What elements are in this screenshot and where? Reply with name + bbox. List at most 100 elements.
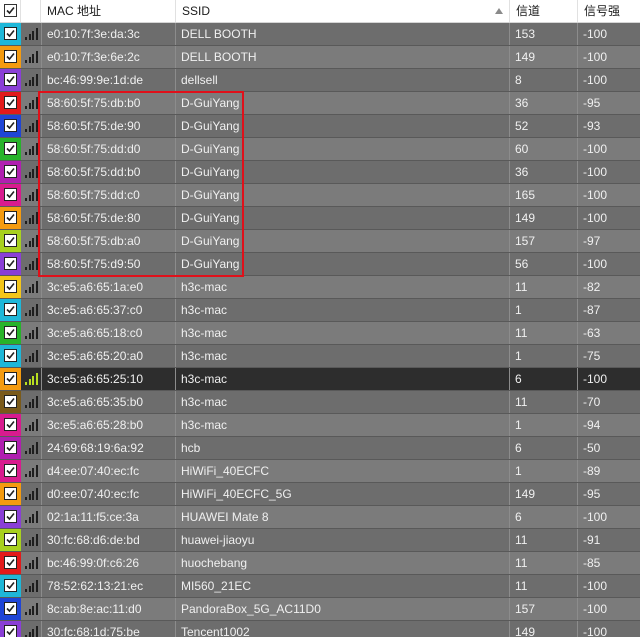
check-icon: [6, 259, 15, 268]
row-checkbox[interactable]: [4, 257, 17, 270]
signal-bar: [25, 129, 27, 132]
row-checkbox[interactable]: [4, 556, 17, 569]
row-checkbox[interactable]: [4, 487, 17, 500]
table-row[interactable]: 8c:ab:8e:ac:11:d0 PandoraBox_5G_AC11D0 157…: [0, 598, 640, 621]
check-icon: [6, 236, 15, 245]
signal-strength-icon: [22, 184, 40, 206]
row-checkbox[interactable]: [4, 211, 17, 224]
check-icon: [6, 52, 15, 61]
mac-cell: 58:60:5f:75:dd:d0: [41, 138, 176, 160]
ssid-cell: D-GuiYang: [176, 230, 510, 252]
table-row[interactable]: 58:60:5f:75:de:90 D-GuiYang 52 -93: [0, 115, 640, 138]
table-row[interactable]: 02:1a:11:f5:ce:3a HUAWEI Mate 8 6 -100: [0, 506, 640, 529]
table-row[interactable]: 58:60:5f:75:d9:50 D-GuiYang 56 -100: [0, 253, 640, 276]
row-checkbox[interactable]: [4, 280, 17, 293]
row-checkbox[interactable]: [4, 27, 17, 40]
column-header-signal[interactable]: 信号强: [578, 0, 640, 22]
column-header-ssid[interactable]: SSID: [176, 0, 510, 22]
channel-cell: 1: [510, 299, 578, 321]
signal-strength-icon: [22, 69, 40, 91]
table-row[interactable]: d0:ee:07:40:ec:fc HiWiFi_40ECFC_5G 149 -95: [0, 483, 640, 506]
ssid-cell: h3c-mac: [176, 276, 510, 298]
table-row[interactable]: 24:69:68:19:6a:92 hcb 6 -50: [0, 437, 640, 460]
row-color-swatch: [0, 276, 21, 298]
table-row[interactable]: 3c:e5:a6:65:18:c0 h3c-mac 11 -63: [0, 322, 640, 345]
row-checkbox[interactable]: [4, 579, 17, 592]
row-checkbox[interactable]: [4, 602, 17, 615]
row-checkbox[interactable]: [4, 119, 17, 132]
row-checkbox[interactable]: [4, 96, 17, 109]
row-checkbox[interactable]: [4, 533, 17, 546]
signal-strength-icon: [22, 253, 40, 275]
table-row[interactable]: 78:52:62:13:21:ec MI560_21EC 11 -100: [0, 575, 640, 598]
table-row[interactable]: 30:fc:68:d6:de:bd huawei-jiaoyu 11 -91: [0, 529, 640, 552]
table-row[interactable]: 58:60:5f:75:dd:c0 D-GuiYang 165 -100: [0, 184, 640, 207]
mac-cell: d0:ee:07:40:ec:fc: [41, 483, 176, 505]
table-row[interactable]: 58:60:5f:75:db:b0 D-GuiYang 36 -95: [0, 92, 640, 115]
table-row[interactable]: 3c:e5:a6:65:1a:e0 h3c-mac 11 -82: [0, 276, 640, 299]
select-all-checkbox[interactable]: [4, 4, 17, 17]
row-checkbox[interactable]: [4, 395, 17, 408]
table-row[interactable]: e0:10:7f:3e:da:3c DELL BOOTH 153 -100: [0, 23, 640, 46]
table-row[interactable]: 58:60:5f:75:de:80 D-GuiYang 149 -100: [0, 207, 640, 230]
signal-cell: -91: [583, 533, 601, 547]
row-checkbox[interactable]: [4, 326, 17, 339]
signal-bar: [28, 586, 31, 592]
signal-bar: [28, 80, 31, 86]
row-checkbox[interactable]: [4, 50, 17, 63]
row-checkbox[interactable]: [4, 142, 17, 155]
table-row[interactable]: bc:46:99:9e:1d:de dellsell 8 -100: [0, 69, 640, 92]
column-header-mac[interactable]: MAC 地址: [41, 0, 176, 22]
channel-cell: 1: [510, 460, 578, 482]
table-row[interactable]: 58:60:5f:75:dd:b0 D-GuiYang 36 -100: [0, 161, 640, 184]
row-checkbox[interactable]: [4, 372, 17, 385]
channel-cell: 6: [510, 506, 578, 528]
table-row[interactable]: 3c:e5:a6:65:35:b0 h3c-mac 11 -70: [0, 391, 640, 414]
signal-strength-icon: [22, 437, 40, 459]
row-checkbox[interactable]: [4, 188, 17, 201]
signal-strength-icon: [22, 345, 40, 367]
row-checkbox[interactable]: [4, 464, 17, 477]
table-row[interactable]: d4:ee:07:40:ec:fc HiWiFi_40ECFC 1 -89: [0, 460, 640, 483]
signal-bar: [32, 284, 34, 293]
signal-strength-icon: [22, 391, 40, 413]
row-checkbox[interactable]: [4, 418, 17, 431]
row-checkbox[interactable]: [4, 625, 17, 637]
row-checkbox[interactable]: [4, 234, 17, 247]
row-checkbox[interactable]: [4, 165, 17, 178]
row-color-swatch: [0, 115, 21, 137]
row-checkbox[interactable]: [4, 349, 17, 362]
ssid-cell: D-GuiYang: [176, 161, 510, 183]
signal-cell: -100: [583, 50, 608, 64]
table-row[interactable]: 3c:e5:a6:65:20:a0 h3c-mac 1 -75: [0, 345, 640, 368]
check-icon: [6, 98, 15, 107]
row-checkbox[interactable]: [4, 73, 17, 86]
row-color-swatch: [0, 184, 21, 206]
header-select-all-cell[interactable]: [0, 0, 21, 22]
channel-cell: 36: [510, 92, 578, 114]
check-icon: [6, 167, 15, 176]
column-header-channel[interactable]: 信道: [510, 0, 578, 22]
table-row[interactable]: 30:fc:68:1d:75:be Tencent1002 149 -100: [0, 621, 640, 637]
mac-cell: 3c:e5:a6:65:1a:e0: [41, 276, 176, 298]
mac-cell: 58:60:5f:75:d9:50: [41, 253, 176, 275]
row-checkbox[interactable]: [4, 510, 17, 523]
ssid-cell: h3c-mac: [176, 345, 510, 367]
channel-cell: 157: [510, 598, 578, 620]
signal-strength-icon: [22, 161, 40, 183]
signal-bar: [28, 471, 31, 477]
signal-bar: [32, 376, 34, 385]
row-color-swatch: [0, 207, 21, 229]
signal-cell: -50: [583, 441, 601, 455]
table-row[interactable]: 58:60:5f:75:dd:d0 D-GuiYang 60 -100: [0, 138, 640, 161]
table-row[interactable]: 3c:e5:a6:65:28:b0 h3c-mac 1 -94: [0, 414, 640, 437]
row-checkbox[interactable]: [4, 441, 17, 454]
signal-bar: [35, 626, 38, 637]
table-row[interactable]: bc:46:99:0f:c6:26 huochebang 11 -85: [0, 552, 640, 575]
row-checkbox[interactable]: [4, 303, 17, 316]
table-row[interactable]: 3c:e5:a6:65:37:c0 h3c-mac 1 -87: [0, 299, 640, 322]
table-row[interactable]: 3c:e5:a6:65:25:10 h3c-mac 6 -100: [0, 368, 640, 391]
table-row[interactable]: 58:60:5f:75:db:a0 D-GuiYang 157 -97: [0, 230, 640, 253]
signal-bar: [28, 57, 31, 63]
table-row[interactable]: e0:10:7f:3e:6e:2c DELL BOOTH 149 -100: [0, 46, 640, 69]
